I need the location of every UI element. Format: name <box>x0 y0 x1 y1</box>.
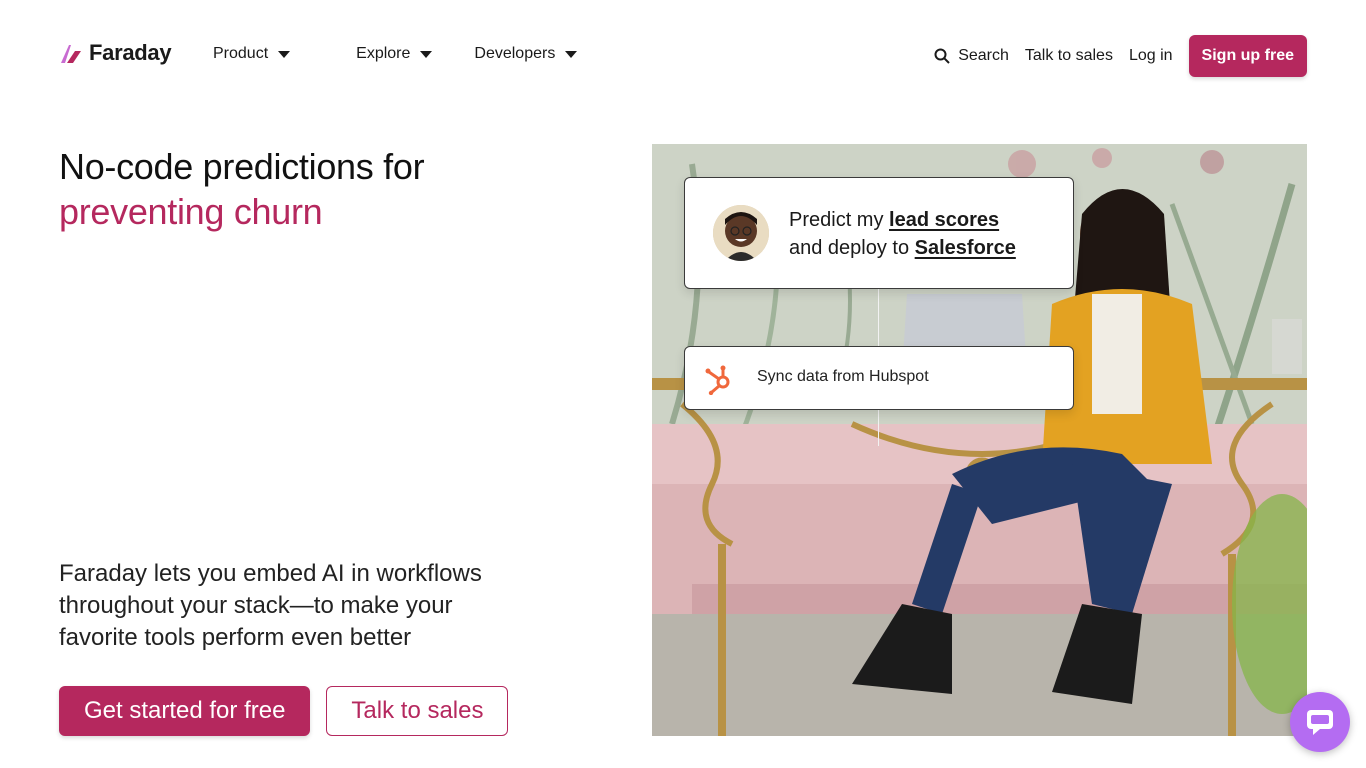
get-started-button[interactable]: Get started for free <box>59 686 311 736</box>
logo[interactable]: Faraday <box>59 40 172 66</box>
lead-scores-link[interactable]: lead scores <box>889 209 999 231</box>
talk-to-sales-button[interactable]: Talk to sales <box>326 686 509 736</box>
talk-to-sales-link[interactable]: Talk to sales <box>1025 47 1113 65</box>
logo-text: Faraday <box>89 40 172 65</box>
card-connector <box>878 410 879 446</box>
prediction-prefix: Predict my <box>789 209 890 231</box>
prediction-text: Predict my lead scores and deploy to Sal… <box>789 206 1016 262</box>
hero-lede: Faraday lets you embed AI in workflows t… <box>59 560 482 651</box>
menu-developers-label: Developers <box>474 45 556 62</box>
menu-developers[interactable]: Developers <box>474 45 578 63</box>
chevron-down-icon <box>420 50 433 58</box>
hubspot-icon <box>705 365 730 395</box>
card-connector <box>878 289 879 346</box>
chat-button[interactable] <box>1290 692 1350 752</box>
search-icon <box>934 48 950 64</box>
avatar-image <box>713 205 769 261</box>
faraday-logo-icon <box>61 45 81 63</box>
right-nav: Search Talk to sales Log in Sign up free <box>934 35 1307 77</box>
chevron-down-icon <box>565 50 578 58</box>
menu-product-label: Product <box>213 45 269 62</box>
search-label: Search <box>958 47 1009 64</box>
chat-bubble-icon <box>1307 710 1333 735</box>
chevron-down-icon <box>278 50 291 58</box>
signup-button[interactable]: Sign up free <box>1188 35 1307 77</box>
menu-explore-label: Explore <box>356 45 411 62</box>
salesforce-link[interactable]: Salesforce <box>915 237 1016 259</box>
main-menu: Product Explore Developers <box>213 45 619 63</box>
top-nav: Faraday Product Explore Developers Searc… <box>0 0 1366 112</box>
menu-explore[interactable]: Explore <box>356 45 433 63</box>
prediction-card: Predict my lead scores and deploy to Sal… <box>684 177 1074 289</box>
headline-accent: preventing churn <box>59 191 323 232</box>
avatar <box>713 205 769 261</box>
deploy-prefix: and deploy to <box>789 237 915 259</box>
headline-line1: No-code predictions for <box>59 146 425 187</box>
sync-card: Sync data from Hubspot <box>684 346 1074 410</box>
sync-text: Sync data from Hubspot <box>757 368 929 385</box>
login-link[interactable]: Log in <box>1129 47 1173 65</box>
hero-headline: No-code predictions for preventing churn <box>59 144 425 234</box>
search-button[interactable]: Search <box>934 47 1009 65</box>
cta-row: Get started for free Talk to sales <box>59 686 509 736</box>
menu-product[interactable]: Product <box>213 45 291 63</box>
